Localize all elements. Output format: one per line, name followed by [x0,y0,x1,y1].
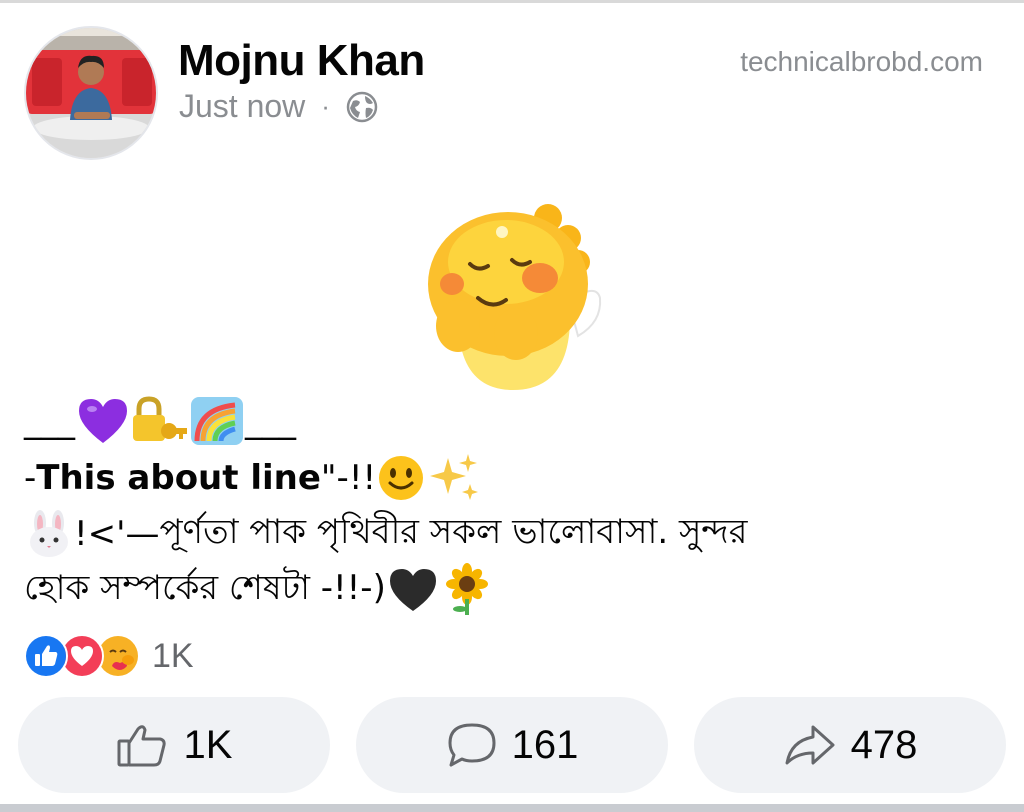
post-meta: Just now · [179,88,378,125]
author-avatar[interactable] [24,26,158,160]
post-text: ___ ___ - This about line "-!! !<'— পূর্… [24,392,1004,618]
thumbs-up-icon [117,725,166,767]
dash-right: ___ [245,401,296,441]
share-icon [785,725,835,765]
blushing-dinosaur-sticker [418,202,604,390]
line2-bold: This about line [36,458,321,498]
purple-heart-icon [79,399,127,443]
like-button[interactable]: 1K [18,697,330,793]
share-count: 478 [850,722,918,767]
line4-bengali: হোক সম্পর্কের শেষটা -!!-) [24,567,386,608]
sparkles-icon [430,454,479,500]
line2-suffix: "-!! [320,458,377,498]
author-name[interactable]: Mojnu Khan [178,36,425,86]
reaction-count: 1K [152,636,194,675]
post-line-4: হোক সম্পর্কের শেষটা -!!-) [24,562,1004,618]
sunflower-icon [445,563,488,615]
watermark: technicalbrobd.com [740,46,983,77]
slightly-smiling-face-icon [379,456,424,500]
comment-icon [448,723,496,767]
post-line-2: - This about line "-!! [24,450,1004,506]
top-border [0,0,1024,3]
post-line-3: !<'— পূর্ণতা পাক পৃথিবীর সকল ভালোবাসা. স… [24,506,1004,562]
reactions-summary[interactable]: 1K [24,634,194,678]
black-heart-icon [389,569,436,611]
avatar-photo [26,28,156,158]
line2-prefix: - [24,458,37,498]
rabbit-face-icon [30,510,68,557]
comment-button[interactable]: 161 [356,697,668,793]
timestamp[interactable]: Just now [179,88,305,125]
like-icon [24,634,68,678]
meta-separator: · [321,91,330,121]
like-count: 1K [183,722,233,767]
comment-count: 161 [511,722,579,767]
globe-icon[interactable] [346,91,378,123]
share-button[interactable]: 478 [694,697,1006,793]
locked-with-key-icon [133,396,187,441]
post-line-1: ___ ___ [24,392,1004,450]
bottom-border [0,804,1024,812]
line3-prefix: !<'— [74,514,160,554]
line3-bengali: পূর্ণতা পাক পৃথিবীর সকল ভালোবাসা. সুন্দর [159,511,748,552]
dash-left: ___ [24,401,75,441]
post-actions: 1K 161 478 [18,697,1006,793]
rainbow-icon [191,397,243,445]
